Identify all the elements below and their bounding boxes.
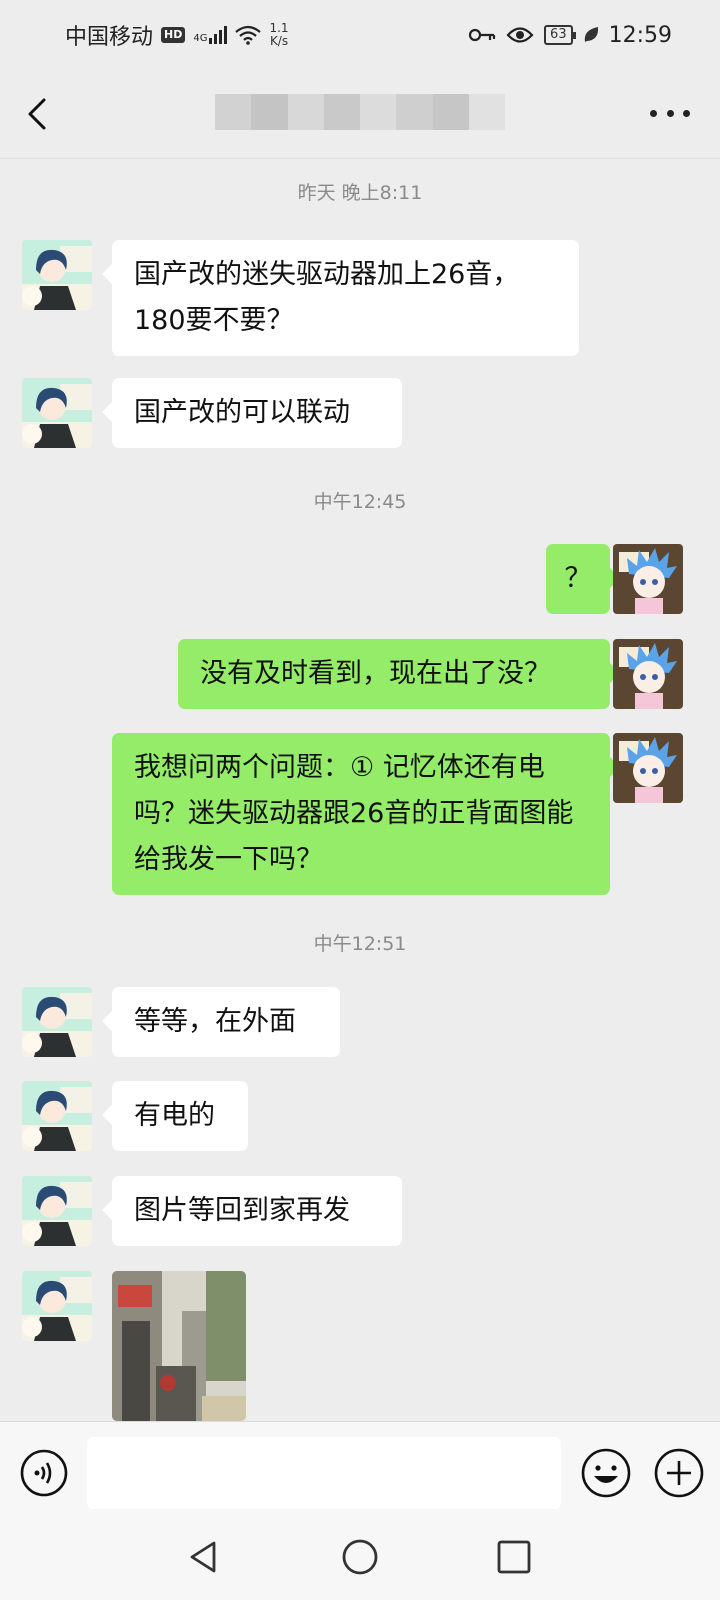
message-bubble-received[interactable]: 国产改的迷失驱动器加上26音，180要不要？	[102, 240, 579, 356]
key-icon	[468, 28, 496, 42]
message-bubble-sent[interactable]: 没有及时看到，现在出了没？	[178, 639, 620, 709]
message-input[interactable]	[87, 1437, 561, 1509]
timestamp: 中午12:45	[313, 491, 407, 513]
my-avatar[interactable]	[613, 733, 683, 803]
network-type: 4G	[193, 33, 208, 44]
avatar[interactable]	[22, 1271, 92, 1341]
message-bubble-received[interactable]: 有电的	[102, 1081, 248, 1151]
circle-home-icon	[342, 1539, 378, 1575]
emoji-icon	[581, 1448, 631, 1498]
nav-back-button[interactable]	[184, 1537, 224, 1577]
cellular-signal-icon: 4G	[193, 26, 228, 44]
nav-recents-button[interactable]	[494, 1537, 534, 1577]
back-button[interactable]	[20, 90, 60, 138]
battery-indicator: 63	[544, 25, 576, 45]
network-speed-unit: K/s	[269, 34, 289, 48]
image-message[interactable]	[112, 1271, 246, 1421]
avatar[interactable]	[22, 987, 92, 1057]
plus-button[interactable]	[654, 1448, 704, 1498]
status-left: 中国移动 HD 4G 1.1 K/s	[65, 18, 289, 52]
clock: 12:59	[608, 22, 672, 48]
message-bubble-sent[interactable]: 我想问两个问题：① 记忆体还有电吗？迷失驱动器跟26音的正背面图能给我发一下吗？	[112, 733, 620, 895]
network-speed: 1.1 K/s	[269, 22, 288, 48]
wifi-icon	[235, 25, 262, 45]
square-recents-icon	[497, 1540, 531, 1574]
nav-home-button[interactable]	[340, 1537, 380, 1577]
message-bubble-received[interactable]: 等等，在外面	[102, 987, 340, 1057]
status-bar: 中国移动 HD 4G 1.1 K/s 63 12:59	[0, 0, 720, 70]
more-button[interactable]	[650, 98, 690, 128]
avatar[interactable]	[22, 240, 92, 310]
my-avatar[interactable]	[613, 639, 683, 709]
chevron-left-icon	[28, 98, 46, 130]
timestamp: 昨天 晚上8:11	[297, 182, 423, 204]
emoji-button[interactable]	[581, 1448, 631, 1498]
plus-icon	[654, 1448, 704, 1498]
timestamp: 中午12:51	[313, 933, 407, 955]
contact-name-blurred	[215, 94, 505, 130]
carrier-name: 中国移动	[65, 25, 154, 50]
message-bubble-received[interactable]: 图片等回到家再发	[102, 1176, 402, 1246]
message-bubble-sent[interactable]: ？	[546, 544, 620, 614]
my-avatar[interactable]	[613, 544, 683, 614]
eye-icon	[506, 27, 534, 43]
input-bar	[0, 1421, 720, 1526]
hd-badge: HD	[161, 27, 186, 43]
avatar[interactable]	[22, 1176, 92, 1246]
voice-icon	[20, 1449, 68, 1497]
voice-button[interactable]	[20, 1449, 68, 1497]
system-nav-bar	[0, 1525, 720, 1600]
avatar[interactable]	[22, 1081, 92, 1151]
status-right: 63 12:59	[468, 18, 672, 52]
leaf-icon	[584, 27, 598, 42]
message-bubble-received[interactable]: 国产改的可以联动	[102, 378, 402, 448]
chat-header	[0, 70, 720, 159]
more-icon	[650, 109, 657, 117]
avatar[interactable]	[22, 378, 92, 448]
triangle-back-icon	[190, 1541, 216, 1573]
